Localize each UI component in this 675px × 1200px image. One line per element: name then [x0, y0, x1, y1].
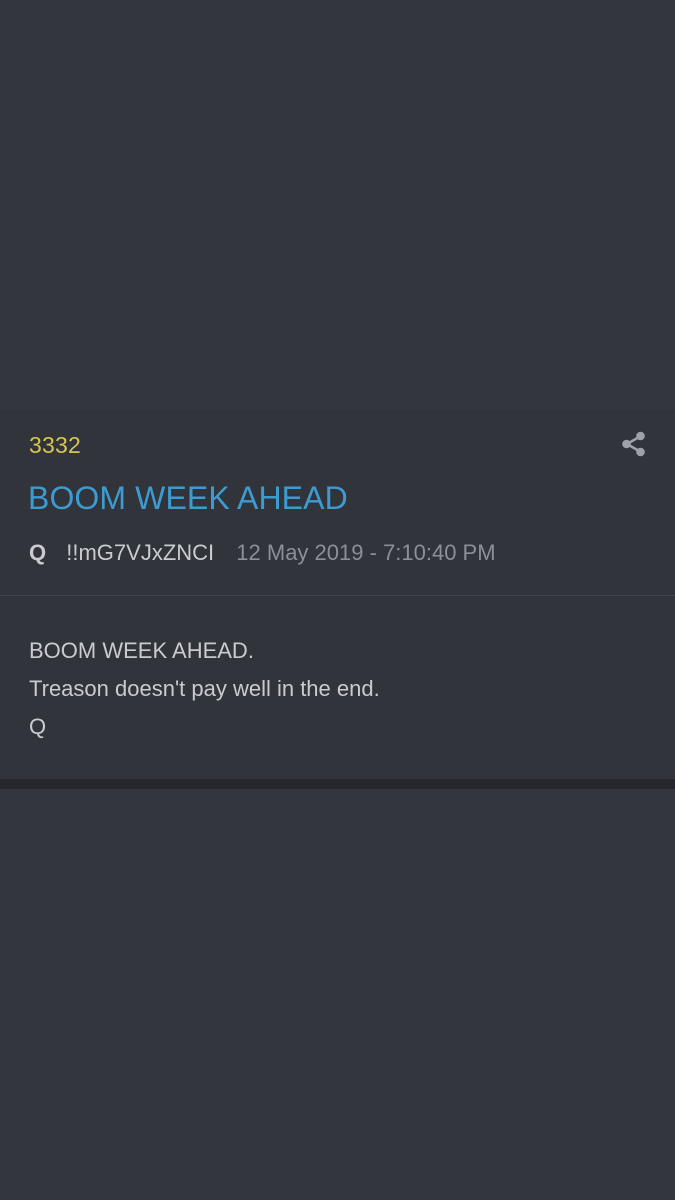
post-card: 3332 BOOM WEEK AHEAD Q !!mG7VJxZNCI 12 M… [0, 410, 675, 782]
post-timestamp: 12 May 2019 - 7:10:40 PM [236, 540, 496, 565]
body-line: Treason doesn't pay well in the end. [29, 676, 380, 701]
post-header: 3332 BOOM WEEK AHEAD Q !!mG7VJxZNCI 12 M… [0, 410, 675, 596]
post-number[interactable]: 3332 [29, 432, 81, 459]
post-divider [0, 779, 675, 789]
share-icon[interactable] [620, 430, 648, 458]
post-body: BOOM WEEK AHEAD. Treason doesn't pay wel… [29, 632, 649, 746]
author-name: Q [29, 540, 47, 565]
post-meta: Q !!mG7VJxZNCI 12 May 2019 - 7:10:40 PM [29, 540, 496, 566]
page: 3332 BOOM WEEK AHEAD Q !!mG7VJxZNCI 12 M… [0, 0, 675, 1200]
body-line: BOOM WEEK AHEAD. [29, 638, 254, 663]
post-title: BOOM WEEK AHEAD [28, 480, 348, 516]
tripcode: !!mG7VJxZNCI [66, 540, 215, 565]
body-line: Q [29, 714, 47, 739]
